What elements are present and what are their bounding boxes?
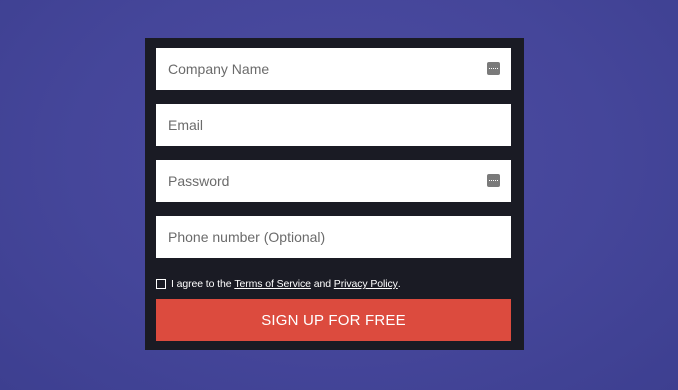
agree-and-text: and (313, 278, 331, 290)
password-manager-icon[interactable] (487, 174, 500, 187)
company-name-input[interactable] (156, 48, 511, 90)
phone-number-field[interactable] (156, 216, 511, 258)
terms-agreement-row: I agree to the Terms of Service and Priv… (156, 277, 401, 291)
company-name-field[interactable] (156, 48, 511, 90)
phone-number-input[interactable] (156, 216, 511, 258)
email-field[interactable] (156, 104, 511, 146)
password-manager-icon[interactable] (487, 62, 500, 75)
password-field[interactable] (156, 160, 511, 202)
email-input[interactable] (156, 104, 511, 146)
password-input[interactable] (156, 160, 511, 202)
agree-suffix-text: . (397, 278, 401, 290)
privacy-policy-link[interactable]: Privacy Policy (334, 278, 398, 290)
terms-of-service-link[interactable]: Terms of Service (234, 278, 311, 290)
agree-prefix-text: I agree to the (171, 278, 232, 290)
terms-checkbox[interactable] (156, 279, 166, 289)
sign-up-button[interactable]: SIGN UP FOR FREE (156, 299, 511, 341)
signup-form-panel: I agree to the Terms of Service and Priv… (145, 38, 524, 350)
